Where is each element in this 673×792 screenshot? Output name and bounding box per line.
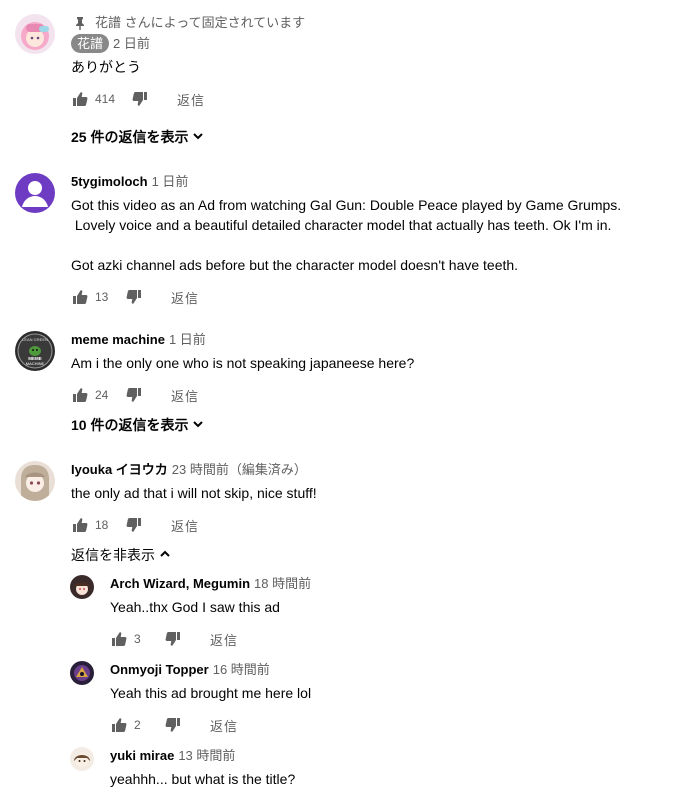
author-name[interactable]: yuki mirae (110, 747, 174, 765)
reply-button[interactable]: 返信 (171, 288, 199, 307)
timestamp[interactable]: 13 時間前 (178, 747, 235, 765)
avatar[interactable]: LEAN GREEN MEME MACHINE (15, 331, 55, 371)
hide-replies-button[interactable]: 返信を非表示 (71, 545, 171, 565)
show-replies-label: 25 件の返信を表示 (71, 129, 189, 145)
like-count: 24 (95, 388, 109, 402)
show-replies-button[interactable]: 25 件の返信を表示 (71, 127, 204, 147)
avatar[interactable] (15, 461, 55, 501)
author-name[interactable]: meme machine (71, 331, 165, 349)
thumbs-down-icon[interactable] (164, 630, 182, 648)
comment-header: Iyouka イヨウカ 23 時間前（編集済み） (71, 461, 665, 479)
like-count: 414 (95, 92, 116, 106)
comment-actions: 3 返信 (110, 627, 665, 651)
comment-actions: 2 返信 (110, 713, 665, 737)
pinned-text: 花譜 さんによって固定されています (95, 15, 306, 30)
avatar[interactable] (15, 173, 55, 213)
author-badge[interactable]: 花譜 (71, 34, 110, 53)
author-name[interactable]: Iyouka イヨウカ (71, 461, 168, 479)
comment-text: yeahhh... but what is the title? (110, 771, 296, 787)
comment-text: Yeah..thx God I saw this ad (110, 599, 280, 615)
thumbs-up-icon[interactable] (71, 90, 89, 108)
comment-header: meme machine 1 日前 (71, 331, 665, 349)
comment-actions: 18 返信 (71, 513, 665, 537)
comment-text: Yeah this ad brought me here lol (110, 685, 312, 701)
avatar-text-bottom: MACHINE (26, 361, 45, 366)
pin-icon (71, 14, 89, 32)
avatar[interactable] (70, 575, 94, 599)
pinned-indicator: 花譜 さんによって固定されています (71, 14, 665, 32)
chevron-down-icon (192, 129, 204, 145)
avatar-text-top: LEAN GREEN (22, 337, 48, 342)
thumbs-down-icon[interactable] (164, 716, 182, 734)
reply-button[interactable]: 返信 (171, 386, 199, 405)
timestamp[interactable]: 16 時間前 (213, 661, 270, 679)
comment-header: Arch Wizard, Megumin 18 時間前 (110, 575, 665, 593)
avatar[interactable] (70, 747, 94, 771)
like-count: 13 (95, 290, 109, 304)
chevron-down-icon (192, 417, 204, 433)
reply-button[interactable]: 返信 (177, 90, 205, 109)
like-count: 2 (134, 718, 141, 732)
hide-replies-label: 返信を非表示 (71, 547, 155, 563)
show-replies-label: 10 件の返信を表示 (71, 417, 189, 433)
timestamp[interactable]: 23 時間前（編集済み） (172, 461, 307, 479)
like-count: 3 (134, 632, 141, 646)
thumbs-up-icon[interactable] (71, 516, 89, 534)
thumbs-up-icon[interactable] (71, 386, 89, 404)
thumbs-down-icon[interactable] (125, 516, 143, 534)
thumbs-down-icon[interactable] (125, 386, 143, 404)
comment-header: Onmyoji Topper 16 時間前 (110, 661, 665, 679)
author-name[interactable]: 5tygimoloch (71, 173, 148, 191)
reply-button[interactable]: 返信 (171, 516, 199, 535)
avatar[interactable] (15, 14, 55, 54)
timestamp[interactable]: 2 日前 (113, 35, 150, 53)
timestamp[interactable]: 18 時間前 (254, 575, 311, 593)
thumbs-down-icon[interactable] (131, 90, 149, 108)
author-name[interactable]: Onmyoji Topper (110, 661, 209, 679)
thumbs-down-icon[interactable] (125, 288, 143, 306)
thumbs-up-icon[interactable] (110, 716, 128, 734)
like-count: 18 (95, 518, 109, 532)
comment-text: ありがとう (71, 59, 141, 75)
thumbs-up-icon[interactable] (71, 288, 89, 306)
comment-header: 5tygimoloch 1 日前 (71, 173, 665, 191)
comment-actions: 13 返信 (71, 285, 665, 309)
timestamp[interactable]: 1 日前 (152, 173, 189, 191)
show-replies-button[interactable]: 10 件の返信を表示 (71, 415, 204, 435)
thumbs-up-icon[interactable] (110, 630, 128, 648)
reply-button[interactable]: 返信 (210, 630, 238, 649)
timestamp[interactable]: 1 日前 (169, 331, 206, 349)
comment-text: Got this video as an Ad from watching Ga… (71, 197, 622, 273)
author-name[interactable]: Arch Wizard, Megumin (110, 575, 250, 593)
avatar[interactable] (70, 661, 94, 685)
comment-header: yuki mirae 13 時間前 (110, 747, 665, 765)
reply-button[interactable]: 返信 (210, 716, 238, 735)
comment-actions: 414 返信 (71, 87, 665, 111)
comment-actions: 24 返信 (71, 383, 665, 407)
chevron-up-icon (159, 547, 171, 563)
comment-text: the only ad that i will not skip, nice s… (71, 485, 317, 501)
comment-header: 花譜 2 日前 (71, 34, 665, 53)
comment-text: Am i the only one who is not speaking ja… (71, 355, 415, 371)
